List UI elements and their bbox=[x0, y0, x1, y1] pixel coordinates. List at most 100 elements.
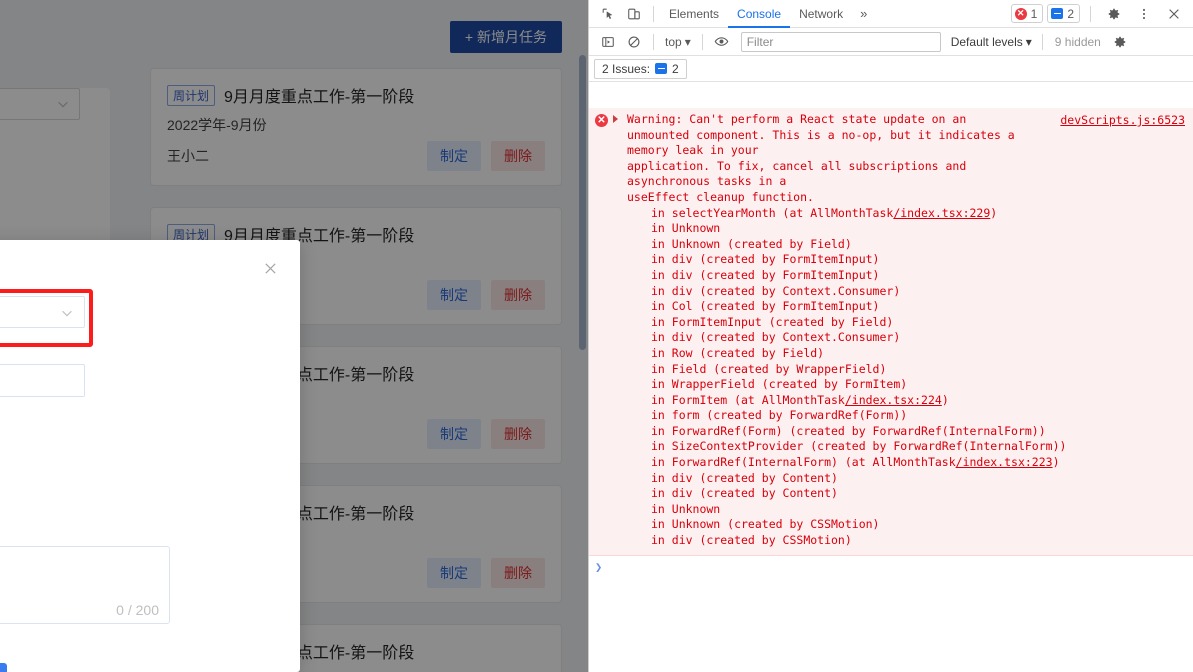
error-count-label: 1 bbox=[1030, 6, 1038, 21]
stack-trace-text: in div (created by Content) bbox=[651, 486, 838, 501]
tab-elements[interactable]: Elements bbox=[660, 0, 728, 28]
stack-trace-line: in WrapperField (created by FormItem) bbox=[651, 377, 1187, 393]
description-textarea[interactable]: 0 / 200 bbox=[0, 546, 170, 624]
console-sidebar-icon[interactable] bbox=[595, 30, 621, 54]
error-count-badge[interactable]: ✕ 1 bbox=[1010, 4, 1044, 23]
stack-trace-text-tail: ) bbox=[990, 205, 998, 220]
stack-trace-text: in div (created by FormItemInput) bbox=[651, 267, 880, 282]
issues-button[interactable]: 2 Issues: 2 bbox=[594, 58, 687, 79]
divider bbox=[701, 33, 703, 50]
console-message-list: ✕ devScripts.js:6523 Warning: Can't perf… bbox=[589, 108, 1193, 672]
stack-trace-line: in div (created by Content) bbox=[651, 471, 1187, 487]
stack-trace-text: in Unknown bbox=[651, 501, 721, 516]
stack-trace-line: in div (created by Context.Consumer) bbox=[651, 284, 1187, 300]
stack-trace-text: in FormItem (at AllMonthTask bbox=[651, 392, 845, 407]
task-form-modal: 0 / 200 确定 bbox=[0, 240, 300, 672]
close-icon[interactable] bbox=[1161, 2, 1187, 26]
issues-bar: 2 Issues: 2 bbox=[589, 56, 1193, 82]
divider bbox=[653, 33, 654, 50]
stack-trace-text: in div (created by Context.Consumer) bbox=[651, 283, 901, 298]
hidden-messages-count[interactable]: 9 hidden bbox=[1049, 35, 1107, 49]
stack-trace-text: in selectYearMonth (at AllMonthTask bbox=[651, 205, 894, 220]
chevron-down-icon: ▾ bbox=[684, 34, 691, 49]
filter-input[interactable] bbox=[740, 31, 941, 52]
stack-trace-text: in FormItemInput (created by Field) bbox=[651, 314, 894, 329]
stack-trace-line: in div (created by FormItemInput) bbox=[651, 268, 1187, 284]
message-count-label: 2 bbox=[1067, 6, 1074, 21]
stack-trace-text: in ForwardRef(InternalForm) (at AllMonth… bbox=[651, 455, 956, 470]
console-prompt[interactable]: ❯ bbox=[589, 556, 1193, 579]
inspect-element-icon[interactable] bbox=[595, 2, 621, 26]
chevron-down-icon bbox=[60, 306, 74, 320]
stack-trace-line: in Unknown bbox=[651, 221, 1187, 237]
gear-icon[interactable] bbox=[1107, 30, 1133, 54]
stack-trace-text: in div (created by CSSMotion) bbox=[651, 533, 852, 548]
stack-trace-line: in div (created by Context.Consumer) bbox=[651, 330, 1187, 346]
console-filter-toolbar: top ▾ Default levels ▾ 9 hidden bbox=[589, 28, 1193, 56]
error-circle-icon: ✕ bbox=[1014, 7, 1027, 20]
app-scrollbar-thumb[interactable] bbox=[579, 55, 586, 350]
log-levels-selector[interactable]: Default levels ▾ bbox=[947, 35, 1036, 49]
stack-trace-text-tail: ) bbox=[1052, 455, 1060, 470]
stack-trace-text: in Col (created by FormItemInput) bbox=[651, 299, 880, 314]
stack-trace-text: in WrapperField (created by FormItem) bbox=[651, 377, 908, 392]
stack-trace-line: in ForwardRef(InternalForm) (at AllMonth… bbox=[651, 455, 1187, 471]
year-month-select[interactable] bbox=[0, 296, 85, 328]
clear-console-icon[interactable] bbox=[621, 30, 647, 54]
stack-trace-source-link[interactable]: /index.tsx:223 bbox=[956, 455, 1053, 469]
error-source-link[interactable]: devScripts.js:6523 bbox=[1060, 113, 1185, 127]
stack-trace-text: in Unknown (created by Field) bbox=[651, 236, 852, 251]
devtools-panel: Elements Console Network » ✕ 1 2 top ▾ F… bbox=[588, 0, 1193, 672]
confirm-button[interactable]: 确定 bbox=[0, 663, 7, 672]
disclosure-triangle-icon[interactable] bbox=[613, 115, 618, 123]
stack-trace-line: in div (created by FormItemInput) bbox=[651, 252, 1187, 268]
task-name-input[interactable] bbox=[0, 364, 85, 397]
screen-root: + 新增月任务 周计划 9月月度重点工作-第一阶段 2022学年-9月份 王小二… bbox=[0, 0, 1193, 672]
execution-context-label: top bbox=[665, 34, 682, 49]
stack-trace-source-link[interactable]: /index.tsx:224 bbox=[845, 393, 942, 407]
chevron-double-right-icon[interactable]: » bbox=[852, 6, 875, 21]
message-icon bbox=[1051, 8, 1064, 19]
stack-trace-line: in selectYearMonth (at AllMonthTask/inde… bbox=[651, 206, 1187, 222]
console-input[interactable] bbox=[602, 560, 1187, 575]
stack-trace-line: in Row (created by Field) bbox=[651, 346, 1187, 362]
stack-trace-source-link[interactable]: /index.tsx:229 bbox=[893, 206, 990, 220]
stack-trace-text: in Field (created by WrapperField) bbox=[651, 361, 887, 376]
execution-context-selector[interactable]: top ▾ bbox=[660, 35, 696, 49]
message-icon bbox=[655, 63, 668, 74]
stack-trace-text: in Row (created by Field) bbox=[651, 345, 825, 360]
stack-trace-text: in div (created by Context.Consumer) bbox=[651, 330, 901, 345]
stack-trace-text: in SizeContextProvider (created by Forwa… bbox=[651, 439, 1067, 454]
stack-trace-line: in Unknown (created by Field) bbox=[651, 237, 1187, 253]
issues-count: 2 bbox=[672, 61, 679, 76]
close-icon[interactable] bbox=[259, 257, 281, 279]
message-count-badge[interactable]: 2 bbox=[1047, 4, 1080, 23]
stack-trace-line: in FormItemInput (created by Field) bbox=[651, 315, 1187, 331]
stack-trace-text: in form (created by ForwardRef(Form)) bbox=[651, 408, 908, 423]
gear-icon[interactable] bbox=[1101, 2, 1127, 26]
error-stack-trace: in selectYearMonth (at AllMonthTask/inde… bbox=[627, 206, 1187, 549]
console-error-entry[interactable]: ✕ devScripts.js:6523 Warning: Can't perf… bbox=[589, 108, 1193, 556]
live-expression-icon[interactable] bbox=[709, 30, 735, 54]
divider bbox=[1041, 33, 1043, 50]
tab-network[interactable]: Network bbox=[790, 0, 852, 28]
more-vertical-icon[interactable] bbox=[1131, 2, 1157, 26]
stack-trace-line: in FormItem (at AllMonthTask/index.tsx:2… bbox=[651, 393, 1187, 409]
stack-trace-line: in div (created by CSSMotion) bbox=[651, 533, 1187, 549]
stack-trace-line: in SizeContextProvider (created by Forwa… bbox=[651, 439, 1187, 455]
stack-trace-line: in Unknown bbox=[651, 502, 1187, 518]
log-levels-label: Default levels bbox=[950, 34, 1023, 49]
app-scrollbar[interactable] bbox=[578, 0, 588, 672]
stack-trace-line: in ForwardRef(Form) (created by ForwardR… bbox=[651, 424, 1187, 440]
device-toolbar-icon[interactable] bbox=[621, 2, 647, 26]
tab-console[interactable]: Console bbox=[728, 0, 790, 28]
prompt-caret-icon: ❯ bbox=[595, 559, 603, 574]
divider bbox=[1090, 5, 1091, 22]
stack-trace-line: in div (created by Content) bbox=[651, 486, 1187, 502]
modal-body: 0 / 200 确定 bbox=[0, 289, 300, 672]
stack-trace-text: in Unknown (created by CSSMotion) bbox=[651, 517, 880, 532]
character-counter: 0 / 200 bbox=[116, 602, 159, 618]
chevron-down-icon: ▾ bbox=[1025, 34, 1032, 49]
issues-label: 2 Issues: bbox=[602, 61, 651, 76]
stack-trace-text: in ForwardRef(Form) (created by ForwardR… bbox=[651, 423, 1046, 438]
